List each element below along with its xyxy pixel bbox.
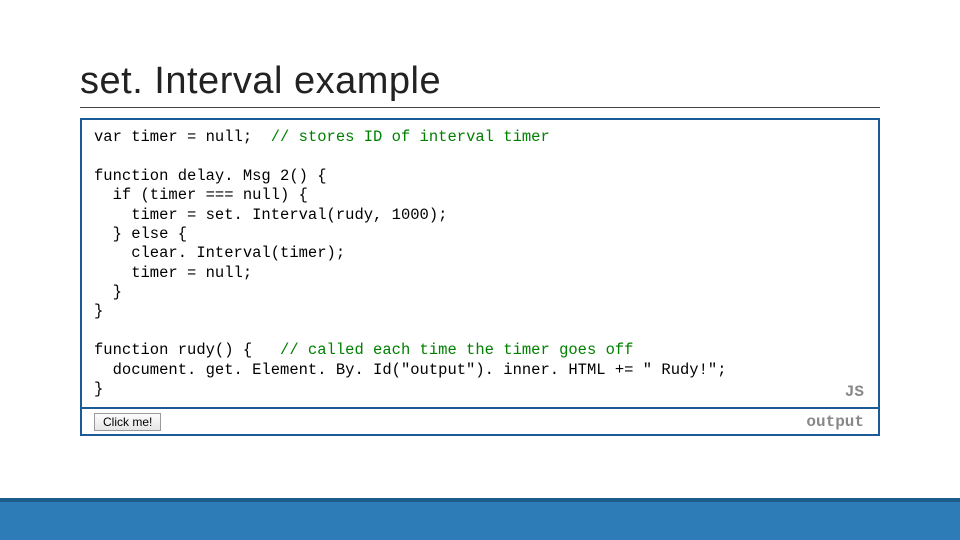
- code-block: var timer = null; // stores ID of interv…: [80, 118, 880, 409]
- code-content: var timer = null; // stores ID of interv…: [94, 128, 866, 399]
- footer-bar: [0, 498, 960, 540]
- js-label: JS: [845, 383, 864, 401]
- output-block: Click me! output: [80, 407, 880, 436]
- output-label: output: [806, 413, 864, 431]
- click-me-button[interactable]: Click me!: [94, 413, 161, 431]
- slide-title: set. Interval example: [80, 60, 880, 108]
